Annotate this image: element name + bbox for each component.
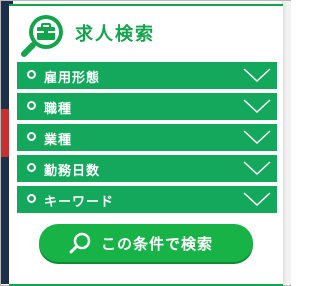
filter-label: 雇用形態 — [44, 71, 101, 86]
panel-header: 求人検索 — [9, 6, 283, 62]
filter-industry[interactable]: 業種 — [17, 124, 277, 151]
filter-label: 職種 — [44, 102, 73, 117]
filter-keyword[interactable]: キーワード — [17, 186, 277, 213]
job-search-panel: 求人検索 雇用形態 職種 業種 勤務日数 キーワード この条件で検索 — [9, 4, 283, 286]
scrollbar-track[interactable] — [282, 1, 291, 284]
filter-label: 勤務日数 — [44, 164, 101, 179]
filter-label: 業種 — [44, 133, 73, 148]
page-title: 求人検索 — [75, 24, 155, 45]
filter-label: キーワード — [44, 195, 115, 210]
bullet-icon — [27, 101, 36, 110]
chevron-down-icon — [243, 161, 271, 176]
filter-occupation[interactable]: 職種 — [17, 93, 277, 120]
chevron-down-icon — [243, 130, 271, 145]
search-icon — [69, 232, 91, 254]
bullet-icon — [27, 163, 36, 172]
search-button[interactable]: この条件で検索 — [39, 224, 253, 262]
bullet-icon — [27, 194, 36, 203]
chevron-down-icon — [243, 68, 271, 83]
filter-employment-type[interactable]: 雇用形態 — [17, 62, 277, 89]
filter-list: 雇用形態 職種 業種 勤務日数 キーワード — [17, 62, 277, 217]
bullet-icon — [27, 70, 36, 79]
bullet-icon — [27, 132, 36, 141]
search-button-label: この条件で検索 — [101, 235, 214, 253]
chevron-down-icon — [243, 99, 271, 114]
filter-working-days[interactable]: 勤務日数 — [17, 155, 277, 182]
chevron-down-icon — [243, 192, 271, 207]
job-search-icon — [21, 15, 63, 57]
